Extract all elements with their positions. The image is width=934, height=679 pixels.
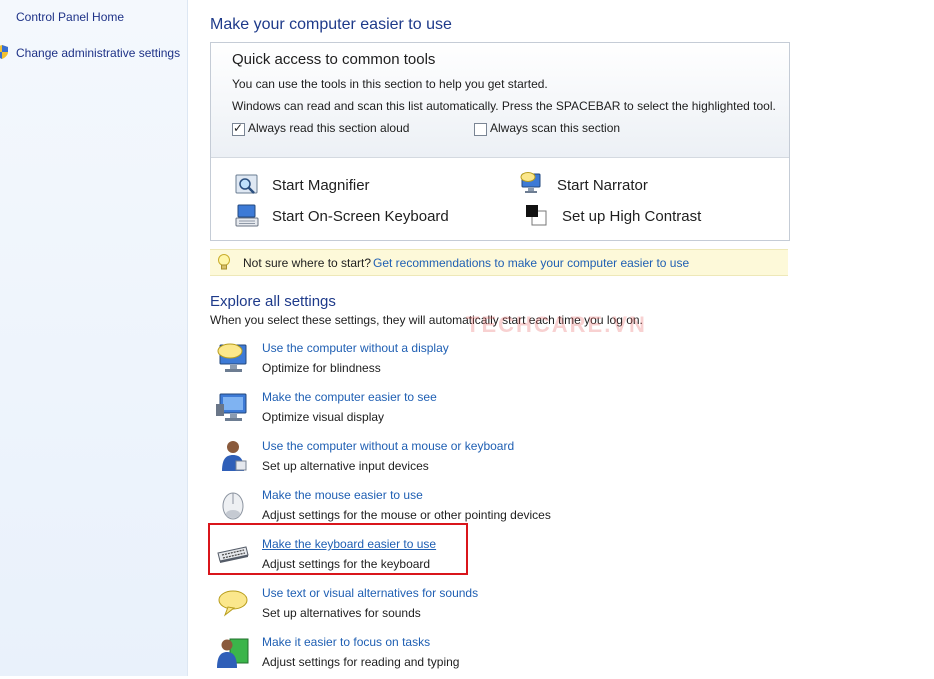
setting-description: Adjust settings for the mouse or other p…: [262, 508, 551, 522]
start-narrator-button[interactable]: Start Narrator: [557, 177, 648, 194]
monitor-speech-icon: [217, 343, 247, 372]
magnifier-icon: [235, 174, 258, 194]
monitor-icon: [216, 393, 247, 421]
setting-link[interactable]: Use the computer without a display: [262, 341, 449, 355]
read-aloud-label[interactable]: Always read this section aloud: [248, 121, 409, 135]
start-on-screen-keyboard-button[interactable]: Start On-Screen Keyboard: [272, 208, 449, 225]
shield-icon: [0, 45, 8, 59]
setting-description: Optimize for blindness: [262, 361, 381, 375]
setting-link[interactable]: Make the mouse easier to use: [262, 488, 423, 502]
read-aloud-checkbox[interactable]: ✓: [232, 121, 245, 136]
setting-item: Use the computer without a mouse or keyb…: [216, 439, 776, 483]
setting-item: Make the computer easier to see Optimize…: [216, 390, 776, 434]
setting-description: Set up alternatives for sounds: [262, 606, 421, 620]
scan-checkbox[interactable]: [474, 123, 487, 136]
main-content: Make your computer easier to use Quick a…: [208, 0, 934, 679]
quick-access-instructions: Windows can read and scan this list auto…: [232, 99, 776, 113]
quick-access-header: Quick access to common tools You can use…: [211, 43, 789, 158]
keyboard-icon: [217, 546, 249, 563]
checkmark-icon: ✓: [233, 121, 244, 135]
setting-description: Optimize visual display: [262, 410, 385, 424]
setting-item: Use the computer without a display Optim…: [216, 341, 776, 385]
narrator-icon: [520, 172, 541, 193]
page-title: Make your computer easier to use: [210, 16, 452, 33]
setting-link[interactable]: Make the computer easier to see: [262, 390, 437, 404]
hint-bar: Not sure where to start? Get recommendat…: [210, 249, 788, 276]
change-admin-settings-link[interactable]: Change administrative settings: [16, 46, 180, 60]
person-icon: [222, 441, 247, 471]
focus-person-icon: [217, 638, 249, 668]
setting-link[interactable]: Use text or visual alternatives for soun…: [262, 586, 478, 600]
get-recommendations-link[interactable]: Get recommendations to make your compute…: [373, 256, 689, 270]
set-up-high-contrast-button[interactable]: Set up High Contrast: [562, 208, 701, 225]
mouse-icon: [222, 492, 244, 520]
sidebar: Control Panel Home Change administrative…: [0, 0, 188, 676]
high-contrast-icon: [526, 205, 547, 226]
quick-access-heading: Quick access to common tools: [232, 51, 436, 68]
setting-link[interactable]: Use the computer without a mouse or keyb…: [262, 439, 514, 453]
speech-bubble-icon: [218, 590, 248, 617]
setting-description: Adjust settings for the keyboard: [262, 557, 431, 571]
watermark-logo: TECHCARE.VN: [466, 312, 647, 337]
setting-description: Set up alternative input devices: [262, 459, 429, 473]
explore-title: Explore all settings: [210, 293, 336, 310]
setting-item: Make it easier to focus on tasks Adjust …: [216, 635, 776, 679]
setting-link[interactable]: Make the keyboard easier to use: [262, 537, 436, 551]
on-screen-keyboard-icon: [235, 204, 259, 227]
start-magnifier-button[interactable]: Start Magnifier: [272, 177, 370, 194]
quick-access-panel: Quick access to common tools You can use…: [210, 42, 790, 241]
setting-item: Use text or visual alternatives for soun…: [216, 586, 776, 630]
scan-label[interactable]: Always scan this section: [490, 121, 620, 135]
quick-access-description: You can use the tools in this section to…: [232, 77, 548, 91]
setting-description: Adjust settings for reading and typing: [262, 655, 460, 669]
lightbulb-icon: [218, 254, 230, 270]
setting-item: Make the keyboard easier to use Adjust s…: [208, 523, 776, 581]
setting-link[interactable]: Make it easier to focus on tasks: [262, 635, 430, 649]
hint-text: Not sure where to start?: [243, 256, 372, 270]
control-panel-home-link[interactable]: Control Panel Home: [16, 10, 124, 24]
